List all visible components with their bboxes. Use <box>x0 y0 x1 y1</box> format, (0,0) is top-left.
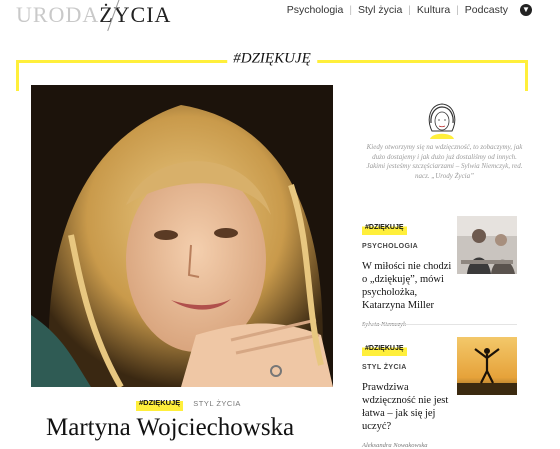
card-thumbnail[interactable] <box>457 216 517 274</box>
hero-category[interactable]: STYL ŻYCIA <box>193 399 241 408</box>
card-tag-badge[interactable]: #DZIĘKUJĘ <box>362 222 407 235</box>
hero-image[interactable] <box>31 85 333 387</box>
nav-item-kultura[interactable]: Kultura <box>411 4 456 16</box>
card-divider <box>362 324 517 325</box>
card-tag-badge[interactable]: #DZIĘKUJĘ <box>362 343 407 356</box>
card-thumbnail[interactable] <box>457 337 517 395</box>
logo-part-uroda: URODA <box>16 2 100 27</box>
nav-item-podcasty[interactable]: Podcasty <box>459 4 514 16</box>
article-card[interactable]: #DZIĘKUJĘ STYL ŻYCIA Prawdziwa wdzięczno… <box>362 337 517 449</box>
card-title[interactable]: W miłości nie chodzi o „dziękuję”, mówi … <box>362 260 454 312</box>
frame-right-edge <box>525 63 528 91</box>
hero-tag-badge[interactable]: #DZIĘKUJĘ <box>136 396 184 411</box>
card-author[interactable]: Aleksandra Nowakowska <box>362 442 517 449</box>
nav-item-styl-zycia[interactable]: Styl życia <box>352 4 408 16</box>
article-card[interactable]: #DZIĘKUJĘ PSYCHOLOGIA W miłości nie chod… <box>362 216 517 328</box>
hero-photo <box>31 85 333 387</box>
editor-portrait-icon <box>424 101 460 139</box>
hero-headline[interactable]: Martyna Wojciechowska <box>46 414 294 442</box>
site-header: URODAŻYCIA Psychologia | Styl życia | Ku… <box>0 0 560 34</box>
chevron-down-icon[interactable]: ▼ <box>520 4 532 16</box>
nav-item-psychologia[interactable]: Psychologia <box>281 4 350 16</box>
hero-meta: #DZIĘKUJĘ STYL ŻYCIA <box>136 396 241 411</box>
site-logo[interactable]: URODAŻYCIA <box>16 0 171 32</box>
frame-left-edge <box>16 63 19 91</box>
section-title[interactable]: #DZIĘKUJĘ <box>227 50 317 68</box>
main-nav: Psychologia | Styl życia | Kultura | Pod… <box>281 4 532 16</box>
card-title[interactable]: Prawdziwa wdzięczność nie jest łatwa – j… <box>362 381 454 433</box>
editor-quote: Kiedy otworzymy się na wdzięczność, to z… <box>366 143 523 180</box>
